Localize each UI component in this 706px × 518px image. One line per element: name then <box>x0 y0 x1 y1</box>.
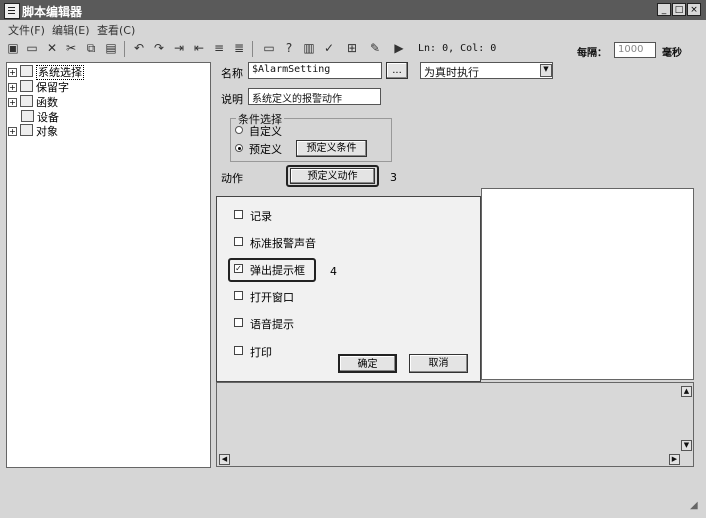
tree-item-functions[interactable]: + 函数 <box>8 94 58 109</box>
scroll-down-icon[interactable]: ▼ <box>681 440 692 451</box>
checkbox-popup-prompt[interactable]: ✓ <box>234 264 243 273</box>
menu-edit[interactable]: 编辑(E) <box>52 22 90 38</box>
run-icon[interactable]: ▶ <box>392 41 406 55</box>
book-icon[interactable]: ▥ <box>302 41 316 55</box>
scroll-up-icon[interactable]: ▲ <box>681 386 692 397</box>
folder-icon <box>20 65 33 77</box>
checkbox-open-window-label: 打开窗口 <box>250 291 294 304</box>
name-label: 名称 <box>221 67 243 80</box>
checkbox-print[interactable] <box>234 346 243 355</box>
delete-icon[interactable]: ✕ <box>45 41 59 55</box>
callout-number-4: 4 <box>330 265 337 278</box>
menu-view[interactable]: 查看(C) <box>97 22 135 38</box>
scroll-right-icon[interactable]: ▶ <box>669 454 680 465</box>
find-icon[interactable]: ▭ <box>262 41 276 55</box>
expand-icon[interactable]: + <box>8 127 17 136</box>
browse-button[interactable]: ... <box>386 62 408 79</box>
callout-number-3: 3 <box>390 171 397 184</box>
folder-icon <box>20 80 33 92</box>
device-icon <box>21 110 34 122</box>
scroll-left-icon[interactable]: ◀ <box>219 454 230 465</box>
name-input[interactable]: $AlarmSetting <box>248 62 382 79</box>
comment-icon[interactable]: ≡ <box>212 41 226 55</box>
close-button[interactable]: × <box>687 3 701 16</box>
new-icon[interactable]: ▭ <box>25 41 39 55</box>
toolbar-separator <box>124 41 125 57</box>
interval-input[interactable]: 1000 <box>614 42 656 58</box>
exec-mode-select[interactable]: 为真时执行 <box>420 62 553 79</box>
save-icon[interactable]: ▣ <box>6 41 20 55</box>
title-bar <box>0 0 706 20</box>
uncomment-icon[interactable]: ≣ <box>232 41 246 55</box>
description-label: 说明 <box>221 93 243 106</box>
tree-item-reserved[interactable]: + 保留字 <box>8 79 69 94</box>
chevron-down-icon[interactable]: ▼ <box>540 64 552 77</box>
menu-file[interactable]: 文件(F) <box>8 22 45 38</box>
function-icon <box>20 95 33 107</box>
cancel-button[interactable]: 取消 <box>409 354 468 373</box>
help-icon[interactable]: ? <box>282 41 296 55</box>
interval-label: 每隔： <box>577 48 607 59</box>
action-label: 动作 <box>221 172 243 185</box>
ok-button[interactable]: 确定 <box>338 354 397 373</box>
cursor-position: Ln: 0, Col: 0 <box>418 43 497 54</box>
interval-unit: 毫秒 <box>662 48 682 59</box>
description-input[interactable]: 系统定义的报警动作 <box>248 88 381 105</box>
checkbox-record[interactable] <box>234 210 243 219</box>
compile-icon[interactable]: ⊞ <box>345 41 359 55</box>
radio-custom-label: 自定义 <box>249 125 282 138</box>
checkbox-alarm-sound[interactable] <box>234 237 243 246</box>
paste-icon[interactable]: ▤ <box>104 41 118 55</box>
indent-icon[interactable]: ⇥ <box>172 41 186 55</box>
object-icon <box>20 124 33 136</box>
redo-icon[interactable]: ↷ <box>152 41 166 55</box>
predefined-condition-button[interactable]: 预定义条件 <box>296 140 367 157</box>
cut-icon[interactable]: ✂ <box>64 41 78 55</box>
edit-icon[interactable]: ✎ <box>368 41 382 55</box>
checkbox-popup-prompt-label: 弹出提示框 <box>250 264 305 277</box>
outdent-icon[interactable]: ⇤ <box>192 41 206 55</box>
tree-item-devices[interactable]: 设备 <box>21 109 59 124</box>
window-title: 脚本编辑器 <box>22 5 83 19</box>
maximize-button[interactable]: □ <box>672 3 686 16</box>
expand-icon[interactable]: + <box>8 68 17 77</box>
output-panel <box>216 382 694 467</box>
undo-icon[interactable]: ↶ <box>132 41 146 55</box>
minimize-button[interactable]: _ <box>657 3 671 16</box>
checkbox-alarm-sound-label: 标准报警声音 <box>250 237 316 250</box>
radio-predefined-label: 预定义 <box>249 143 282 156</box>
checkbox-record-label: 记录 <box>250 210 272 223</box>
checkbox-voice-prompt-label: 语音提示 <box>250 318 294 331</box>
tree-item-system[interactable]: + 系统选择 <box>8 64 84 80</box>
copy-icon[interactable]: ⧉ <box>84 41 98 55</box>
toolbar-separator <box>252 41 253 57</box>
checkbox-print-label: 打印 <box>250 346 272 359</box>
expand-icon[interactable]: + <box>8 83 17 92</box>
checkbox-voice-prompt[interactable] <box>234 318 243 327</box>
radio-predefined[interactable] <box>235 144 243 152</box>
check-icon[interactable]: ✓ <box>322 41 336 55</box>
tree-item-objects[interactable]: + 对象 <box>8 123 58 138</box>
action-editor-area[interactable] <box>481 188 694 380</box>
radio-custom[interactable] <box>235 126 243 134</box>
checkbox-open-window[interactable] <box>234 291 243 300</box>
expand-icon[interactable]: + <box>8 98 17 107</box>
resize-grip-icon[interactable]: ◢ <box>690 500 698 511</box>
predefined-action-button[interactable]: 预定义动作 <box>290 168 375 184</box>
app-icon <box>4 3 20 19</box>
